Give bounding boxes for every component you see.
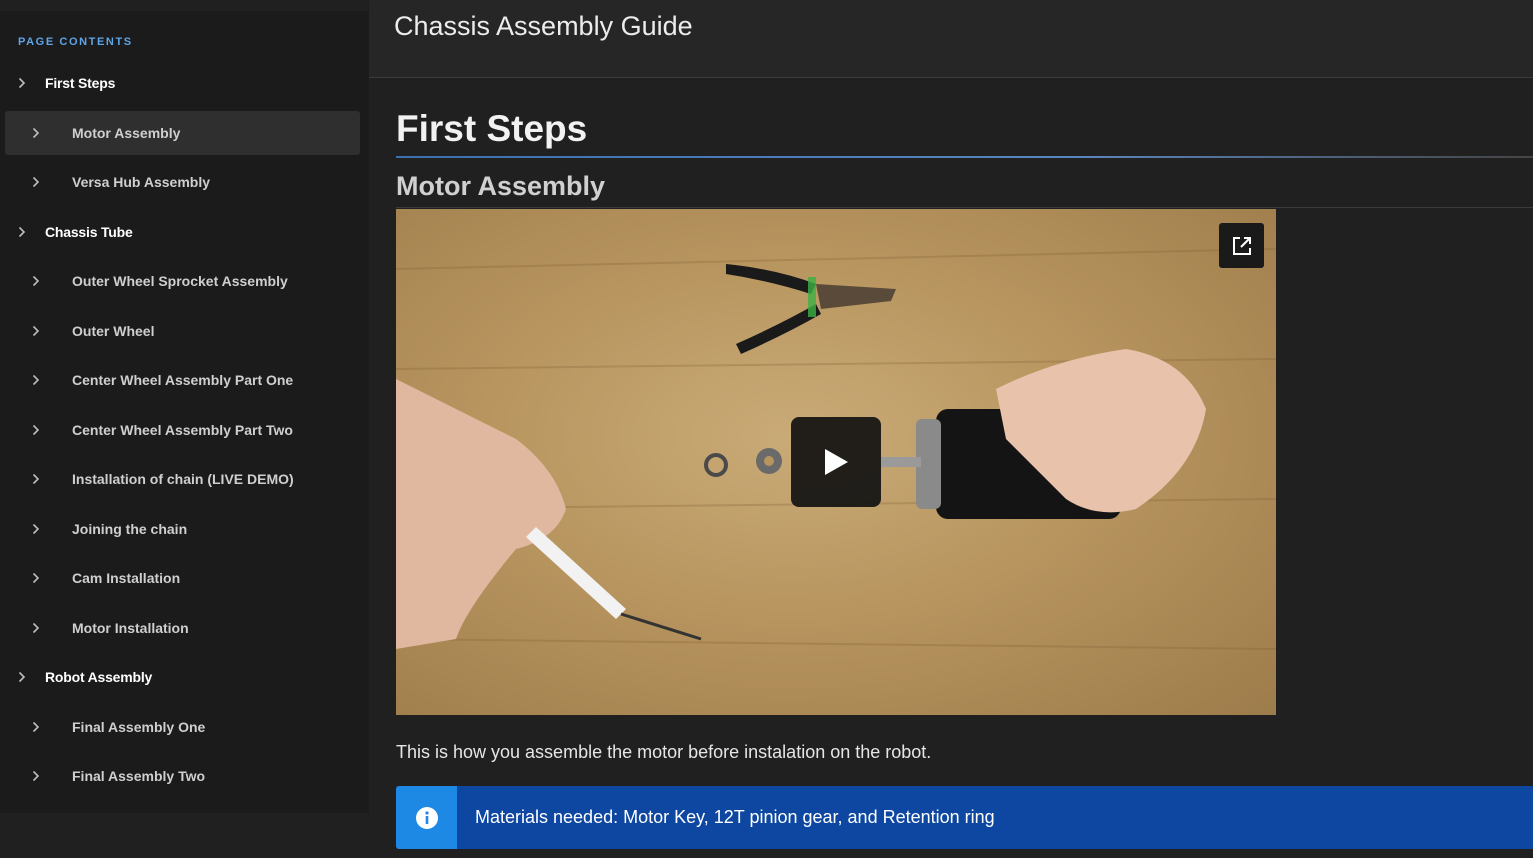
play-button[interactable] — [791, 417, 881, 507]
chevron-right-icon — [30, 176, 42, 188]
info-icon-box — [396, 786, 457, 849]
toc-item-label: Center Wheel Assembly Part One — [72, 372, 294, 388]
chevron-right-icon — [30, 374, 42, 386]
chevron-right-icon — [30, 325, 42, 337]
chevron-right-icon — [16, 77, 28, 89]
section-heading: First Steps — [396, 108, 588, 149]
toc-item-installation-of-chain-live-demo[interactable]: Installation of chain (LIVE DEMO) — [5, 457, 360, 501]
callout-text: Materials needed: Motor Key, 12T pinion … — [475, 807, 995, 827]
toc-item-first-steps[interactable]: First Steps — [5, 61, 360, 105]
subsection-heading-rule — [396, 207, 1533, 208]
toc-item-label: Motor Installation — [72, 619, 189, 636]
open-external-icon — [1232, 236, 1251, 255]
toc-item-cam-installation[interactable]: Cam Installation — [5, 556, 360, 600]
toc-item-outer-wheel-sprocket-assembly[interactable]: Outer Wheel Sprocket Assembly — [5, 259, 360, 303]
page-title: Chassis Assembly Guide — [394, 11, 693, 41]
chevron-right-icon — [30, 424, 42, 436]
toc-item-robot-assembly[interactable]: Robot Assembly — [5, 655, 360, 699]
toc-item-label: Outer Wheel — [72, 322, 155, 339]
chevron-right-icon — [30, 770, 42, 782]
chevron-right-icon — [30, 721, 42, 733]
toc-heading: PAGE CONTENTS — [18, 36, 133, 48]
toc-item-label: Outer Wheel Sprocket Assembly — [72, 273, 288, 289]
toc-item-label: Center Wheel Assembly Part Two — [72, 421, 293, 438]
info-icon — [415, 806, 438, 829]
video-caption: This is how you assemble the motor befor… — [396, 742, 932, 762]
toc-item-label: Chassis Tube — [45, 223, 133, 240]
chevron-right-icon — [30, 275, 42, 287]
page-contents-sidebar: PAGE CONTENTS First Steps Motor Assembly V… — [0, 11, 369, 813]
toc-item-label: Robot Assembly — [45, 669, 153, 685]
toc-item-label: Cam Installation — [72, 570, 181, 586]
toc-item-label: Installation of chain (LIVE DEMO) — [72, 471, 294, 487]
open-external-button[interactable] — [1219, 223, 1264, 268]
toc-item-center-wheel-assembly-part-two[interactable]: Center Wheel Assembly Part Two — [5, 408, 360, 452]
toc-item-label: First Steps — [45, 75, 116, 91]
toc-item-center-wheel-assembly-part-one[interactable]: Center Wheel Assembly Part One — [5, 358, 360, 402]
chevron-right-icon — [16, 226, 28, 238]
toc-item-chassis-tube[interactable]: Chassis Tube — [5, 210, 360, 254]
toc-item-final-assembly-one[interactable]: Final Assembly One — [5, 705, 360, 749]
chevron-right-icon — [16, 671, 28, 683]
toc-item-label: Joining the chain — [72, 520, 188, 537]
chevron-right-icon — [30, 622, 42, 634]
chevron-right-icon — [30, 572, 42, 584]
subsection-heading: Motor Assembly — [396, 171, 606, 201]
toc-item-label: Motor Assembly — [72, 124, 181, 141]
play-icon — [825, 449, 848, 475]
toc-item-final-assembly-two[interactable]: Final Assembly Two — [5, 754, 360, 798]
toc-item-versa-hub-assembly[interactable]: Versa Hub Assembly — [5, 160, 360, 204]
chevron-right-icon — [30, 127, 42, 139]
toc-item-label: Versa Hub Assembly — [72, 174, 210, 190]
info-callout: Materials needed: Motor Key, 12T pinion … — [396, 786, 1533, 849]
toc-item-label: Final Assembly One — [72, 718, 206, 735]
chevron-right-icon — [30, 523, 42, 535]
toc-item-joining-the-chain[interactable]: Joining the chain — [5, 507, 360, 551]
toc-item-motor-assembly[interactable]: Motor Assembly — [5, 110, 360, 155]
section-heading-rule — [396, 156, 1533, 158]
toc-item-motor-installation[interactable]: Motor Installation — [5, 606, 360, 650]
toc-item-outer-wheel[interactable]: Outer Wheel — [5, 309, 360, 353]
top-bar: Chassis Assembly Guide — [369, 0, 1533, 78]
chevron-right-icon — [30, 473, 42, 485]
video-player[interactable] — [396, 209, 1276, 715]
toc-item-label: Final Assembly Two — [72, 768, 206, 784]
